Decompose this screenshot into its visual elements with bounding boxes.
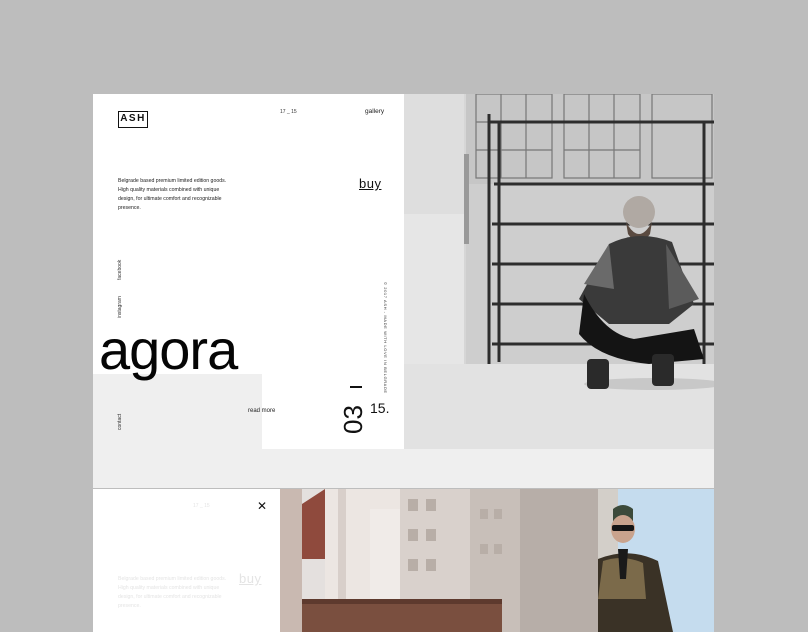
nav-gallery-link[interactable]: gallery — [365, 108, 384, 115]
close-icon[interactable]: ✕ — [257, 500, 267, 512]
man-portrait-image — [598, 489, 714, 632]
product-name: agora — [99, 318, 238, 381]
contact-link[interactable]: contact — [117, 414, 123, 430]
man-on-stairs-photo — [404, 94, 714, 449]
slide-index: 17 _ 15 — [193, 503, 210, 509]
vertical-caption: © 2017 ASH - MADE WITH LOVE IN BELGRADE — [383, 282, 388, 394]
read-more-link[interactable]: read more — [248, 408, 275, 414]
brand-description: Belgrade based premium limited edition g… — [118, 178, 227, 211]
social-instagram-link[interactable]: instagram — [117, 296, 123, 318]
buildings-photo — [280, 489, 598, 632]
man-portrait-photo — [598, 489, 714, 632]
buy-link[interactable]: buy — [239, 571, 261, 586]
slide-current-number: 03 — [338, 405, 368, 434]
second-card: 17 _ 15 ✕ Belgrade based premium limited… — [93, 489, 714, 632]
slide-total-number: 15. — [370, 400, 390, 416]
hero-card: ASH 17 _ 15 gallery Belgrade based premi… — [93, 94, 714, 488]
slide-divider — [350, 386, 362, 388]
buildings-photo-image — [280, 489, 598, 632]
brand-description: Belgrade based premium limited edition g… — [118, 576, 227, 609]
brand-logo[interactable]: ASH — [118, 111, 148, 128]
hero-photo — [404, 94, 714, 449]
slide-index: 17 _ 15 — [280, 109, 297, 115]
social-facebook-link[interactable]: facebook — [117, 260, 123, 280]
buy-link[interactable]: buy — [359, 176, 381, 191]
